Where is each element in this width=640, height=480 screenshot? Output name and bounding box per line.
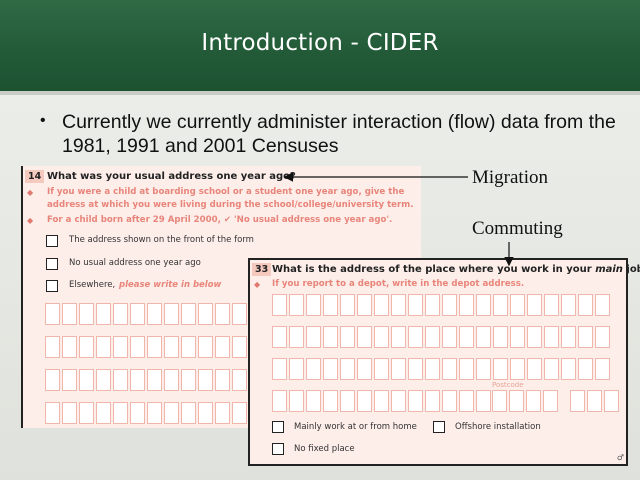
corner-mark: ♂ [616,453,624,462]
bullet-icon: • [40,112,46,129]
address-line-boxes[interactable] [272,326,610,348]
address-line-boxes[interactable] [45,336,264,358]
address-line-boxes[interactable] [272,358,610,380]
option-label: No usual address one year ago [69,258,201,268]
option-checkbox[interactable] [46,258,58,270]
option-checkbox[interactable] [272,421,284,433]
option-checkbox[interactable] [46,280,58,292]
census-question-33: 33 What is the address of the place wher… [248,258,640,466]
slide-title: Introduction - CIDER [201,30,439,56]
option-checkbox[interactable] [272,443,284,455]
address-line-boxes[interactable] [45,402,264,424]
postcode-label: Postcode [492,381,524,389]
option-checkbox[interactable] [46,235,58,247]
address-line-boxes[interactable] [272,294,610,316]
address-line-boxes[interactable] [45,303,264,325]
title-banner: Introduction - CIDER [0,0,640,95]
option-label: No fixed place [294,444,355,454]
question-number: 14 [25,170,45,183]
instruction-note: If you report to a depot, write in the d… [272,279,525,289]
commuting-annotation: Commuting [472,218,563,239]
diamond-icon: ◆ [27,216,34,225]
question-text: What is the address of the place where y… [272,264,640,275]
option-checkbox[interactable] [433,421,445,433]
option-label: The address shown on the front of the fo… [69,235,254,245]
diamond-icon: ◆ [27,188,34,197]
question-number: 33 [252,263,272,276]
option-hint: please write in below [119,280,222,290]
diamond-icon: ◆ [254,280,261,289]
option-label: Offshore installation [455,422,541,432]
question-text: What was your usual address one year ago… [47,171,296,182]
option-label: Mainly work at or from home [294,422,417,432]
migration-annotation: Migration [472,167,548,188]
postcode-boxes[interactable] [492,390,619,412]
address-line-boxes[interactable] [272,390,491,412]
instruction-note: For a child born after 29 April 2000, ✔ … [47,215,393,225]
address-line-boxes[interactable] [45,369,264,391]
instruction-note: If you were a child at boarding school o… [47,187,414,210]
bullet-text: Currently we currently administer intera… [62,111,616,157]
option-label: Elsewhere, [69,280,116,290]
